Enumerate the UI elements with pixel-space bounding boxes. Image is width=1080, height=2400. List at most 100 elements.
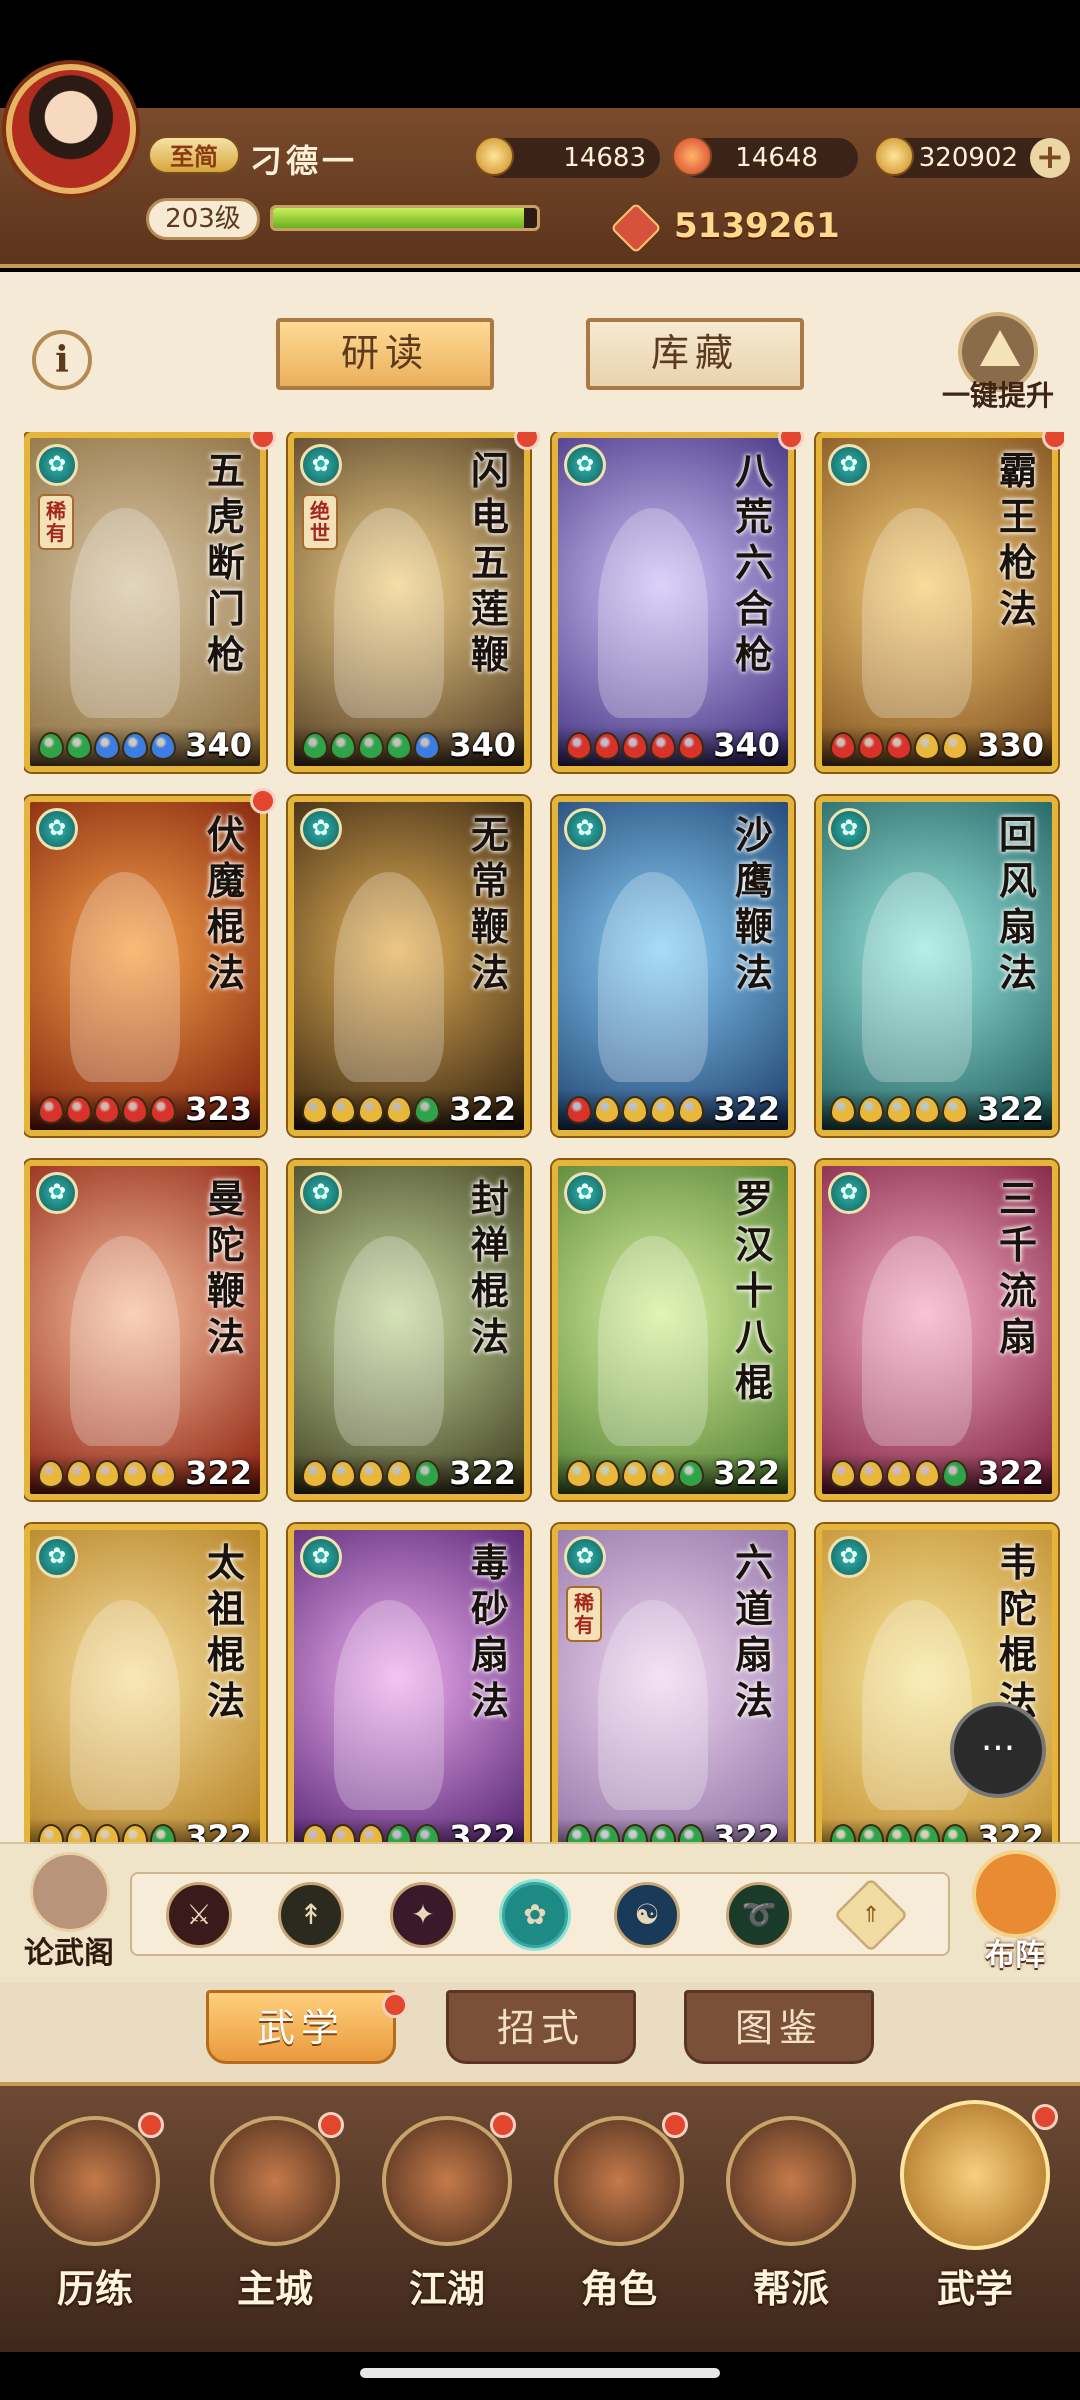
tab-moves[interactable]: 招式 xyxy=(446,1990,636,2064)
character-art xyxy=(862,1236,972,1446)
resource-gold: 320902 + xyxy=(874,136,1070,178)
filter-glyph: ⚔ xyxy=(186,1898,212,1931)
nav-jianghu-badge xyxy=(490,2112,516,2138)
star-pip xyxy=(358,1824,384,1842)
filter-glyph: ✿ xyxy=(523,1898,547,1931)
up-arrow-filter-icon[interactable]: ⇑ xyxy=(833,1877,909,1953)
nav-martial[interactable]: 武学 xyxy=(890,2100,1058,2346)
skill-card[interactable]: 韦陀棍法 322 xyxy=(816,1524,1058,1842)
training-icon xyxy=(30,2116,160,2246)
star-pip xyxy=(566,1460,592,1488)
skill-card[interactable]: 太祖棍法 322 xyxy=(24,1524,266,1842)
spear-filter-icon[interactable]: ↟ xyxy=(278,1882,344,1948)
nav-guild[interactable]: 帮派 xyxy=(706,2116,866,2346)
skill-card[interactable]: 八荒六合枪 340 xyxy=(552,432,794,772)
skill-card[interactable]: 罗汉十八棍 322 xyxy=(552,1160,794,1500)
star-pip xyxy=(122,1824,148,1842)
sword-filter-icon[interactable]: ⚔ xyxy=(166,1882,232,1948)
tab-martial[interactable]: 武学 xyxy=(206,1990,396,2064)
star-pip xyxy=(358,1460,384,1488)
skill-level: 322 xyxy=(713,1090,780,1128)
character-art xyxy=(334,508,444,718)
skill-card[interactable]: 伏魔棍法 323 xyxy=(24,796,266,1136)
star-pip xyxy=(622,1824,648,1842)
chat-bubble-button[interactable]: ··· xyxy=(950,1702,1046,1798)
nav-character[interactable]: 角色 xyxy=(534,2112,694,2346)
star-pip xyxy=(678,1096,704,1124)
skill-title: 封禅棍法 xyxy=(470,1176,509,1359)
star-pip xyxy=(650,1460,676,1488)
tab-study[interactable]: 研读 xyxy=(276,318,494,390)
skill-card[interactable]: 曼陀鞭法 322 xyxy=(24,1160,266,1500)
star-pip xyxy=(66,732,92,760)
gold-ingot-icon xyxy=(874,136,914,176)
star-pip xyxy=(330,1460,356,1488)
star-pip xyxy=(886,1824,912,1842)
star-pip xyxy=(622,1096,648,1124)
character-art xyxy=(334,1236,444,1446)
one-key-upgrade-button[interactable]: 一键提升 xyxy=(928,312,1068,412)
skill-title: 曼陀鞭法 xyxy=(206,1176,245,1359)
skill-card[interactable]: 毒砂扇法 322 xyxy=(288,1524,530,1842)
star-pip xyxy=(830,1096,856,1124)
star-pip xyxy=(914,732,940,760)
combat-power-icon xyxy=(610,202,662,254)
star-pips xyxy=(566,1824,704,1842)
star-pip xyxy=(942,1460,968,1488)
star-pip xyxy=(386,1824,412,1842)
skill-level: 340 xyxy=(185,726,252,764)
star-pip xyxy=(38,1824,64,1842)
school-emblem-icon xyxy=(828,1536,870,1578)
character-art xyxy=(334,872,444,1082)
fan-filter-icon[interactable]: ✿ xyxy=(502,1882,568,1948)
player-name: 刁德一 xyxy=(250,142,359,180)
school-emblem-icon xyxy=(300,444,342,486)
skill-card[interactable]: 稀有 五虎断门枪 340 xyxy=(24,432,266,772)
info-button[interactable]: i xyxy=(32,330,92,390)
nav-training[interactable]: 历练 xyxy=(10,2112,170,2346)
star-pip xyxy=(122,1460,148,1488)
character-art xyxy=(598,508,708,718)
yinyang-filter-icon[interactable]: ☯ xyxy=(614,1882,680,1948)
skill-card[interactable]: 无常鞭法 322 xyxy=(288,796,530,1136)
player-avatar[interactable] xyxy=(6,64,136,194)
skill-card[interactable]: 霸王枪法 330 xyxy=(816,432,1058,772)
jianghu-icon xyxy=(382,2116,512,2246)
tab-storage[interactable]: 库藏 xyxy=(586,318,804,390)
star-pip xyxy=(566,1096,592,1124)
skill-card[interactable]: 三千流扇 322 xyxy=(816,1160,1058,1500)
skill-card[interactable]: 回风扇法 322 xyxy=(816,796,1058,1136)
star-pip xyxy=(358,1096,384,1124)
lunwu-pavilion-button[interactable]: 论武阁 xyxy=(14,1852,124,1972)
claw-filter-icon[interactable]: ✦ xyxy=(390,1882,456,1948)
formation-button[interactable]: 布阵 xyxy=(960,1850,1070,1974)
character-art xyxy=(598,1600,708,1810)
skill-card[interactable]: 沙鹰鞭法 322 xyxy=(552,796,794,1136)
star-pip xyxy=(66,1460,92,1488)
character-icon xyxy=(554,2116,684,2246)
nav-jianghu[interactable]: 江湖 xyxy=(362,2112,522,2346)
add-gold-button[interactable]: + xyxy=(1030,138,1070,178)
skill-card[interactable]: 绝世 闪电五莲鞭 340 xyxy=(288,432,530,772)
xp-bar-fill xyxy=(273,208,524,228)
home-indicator[interactable] xyxy=(360,2368,720,2378)
star-pip xyxy=(650,1096,676,1124)
vip-badge[interactable]: 至简 xyxy=(148,136,240,174)
skill-title: 八荒六合枪 xyxy=(734,448,773,677)
skill-card[interactable]: 稀有 六道扇法 322 xyxy=(552,1524,794,1842)
star-pip xyxy=(94,732,120,760)
tab-codex[interactable]: 图鉴 xyxy=(684,1990,874,2064)
nav-city[interactable]: 主城 xyxy=(190,2112,350,2346)
star-pip xyxy=(914,1824,940,1842)
character-art xyxy=(70,872,180,1082)
skill-level: 340 xyxy=(713,726,780,764)
character-art xyxy=(862,1600,972,1810)
school-emblem-icon xyxy=(36,1536,78,1578)
star-pip xyxy=(386,1096,412,1124)
star-pip xyxy=(830,1460,856,1488)
whip-filter-icon[interactable]: ➰ xyxy=(726,1882,792,1948)
school-emblem-icon xyxy=(36,444,78,486)
skill-card[interactable]: 封禅棍法 322 xyxy=(288,1160,530,1500)
combat-power-value: 5139261 xyxy=(674,206,840,246)
copper-value: 14683 xyxy=(563,143,646,173)
